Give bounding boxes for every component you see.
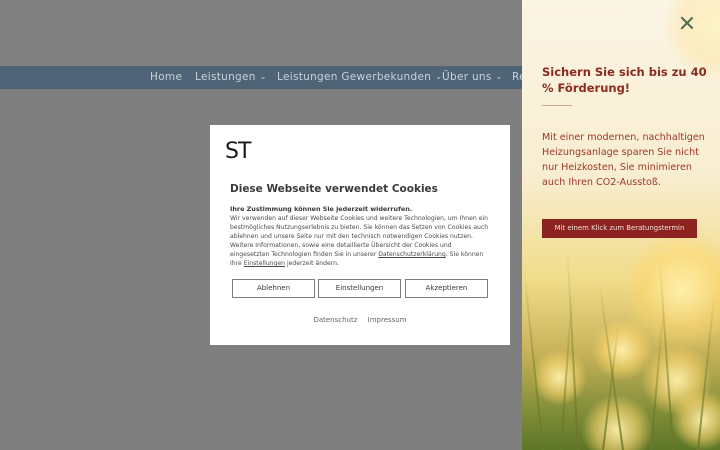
nav-item-label: Leistungen: [195, 71, 256, 83]
main-navigation: Home Leistungen ⌄ Leistungen Gewerbekunde…: [0, 66, 522, 89]
nav-item-label: Leistungen Gewerbekunden: [277, 71, 432, 83]
cookie-dialog-footer: Datenschutz Impressum: [210, 316, 510, 324]
company-logo: ST: [225, 139, 253, 161]
promo-text: Mit einer modernen, nachhaltigen Heizung…: [542, 132, 705, 188]
privacy-policy-link[interactable]: Datenschutzerklärung: [378, 251, 446, 258]
logo-text: ST: [225, 139, 252, 161]
nav-item-home[interactable]: Home: [150, 71, 182, 83]
nav-item-label: Home: [150, 71, 183, 83]
privacy-footer-link[interactable]: Datenschutz: [313, 316, 357, 324]
nav-item-ueber-uns[interactable]: Über uns ⌄: [442, 71, 503, 83]
imprint-footer-link[interactable]: Impressum: [368, 316, 407, 324]
nav-item-leistungen[interactable]: Leistungen ⌄: [195, 71, 267, 83]
reject-button[interactable]: Ablehnen: [232, 279, 315, 298]
nav-item-leistungen-gewerbekunden[interactable]: Leistungen Gewerbekunden ⌄: [277, 71, 442, 83]
cookie-consent-dialog: ST Diese Webseite verwendet Cookies Ihre…: [210, 125, 510, 345]
divider: [542, 105, 572, 106]
chevron-down-icon: ⌄: [495, 72, 503, 81]
cookie-dialog-subtitle: Ihre Zustimmung können Sie jederzeit wid…: [230, 205, 413, 213]
accept-button[interactable]: Akzeptieren: [405, 279, 488, 298]
nav-item-label: Über uns: [442, 71, 492, 83]
cookie-settings-link[interactable]: Einstellungen: [244, 260, 285, 267]
close-icon[interactable]: [678, 14, 696, 32]
site-header: [0, 0, 522, 66]
chevron-down-icon: ⌄: [259, 72, 267, 81]
nav-item-truncated[interactable]: Re: [512, 71, 522, 83]
cookie-dialog-title: Diese Webseite verwendet Cookies: [230, 183, 438, 195]
nav-item-label: Re: [512, 71, 522, 83]
settings-button[interactable]: Einstellungen: [318, 279, 401, 298]
cookie-text-part: jederzeit ändern.: [285, 260, 339, 268]
promo-title: Sichern Sie sich bis zu 40 % Förderung!: [542, 65, 707, 95]
cookie-dialog-text: Wir verwenden auf dieser Webseite Cookie…: [230, 214, 492, 269]
promo-side-panel: Sichern Sie sich bis zu 40 % Förderung! …: [522, 0, 720, 450]
consultation-button[interactable]: Mit einem Klick zum Beratungstermin: [542, 219, 697, 238]
bokeh-light: [532, 350, 587, 405]
bokeh-light: [672, 390, 720, 450]
